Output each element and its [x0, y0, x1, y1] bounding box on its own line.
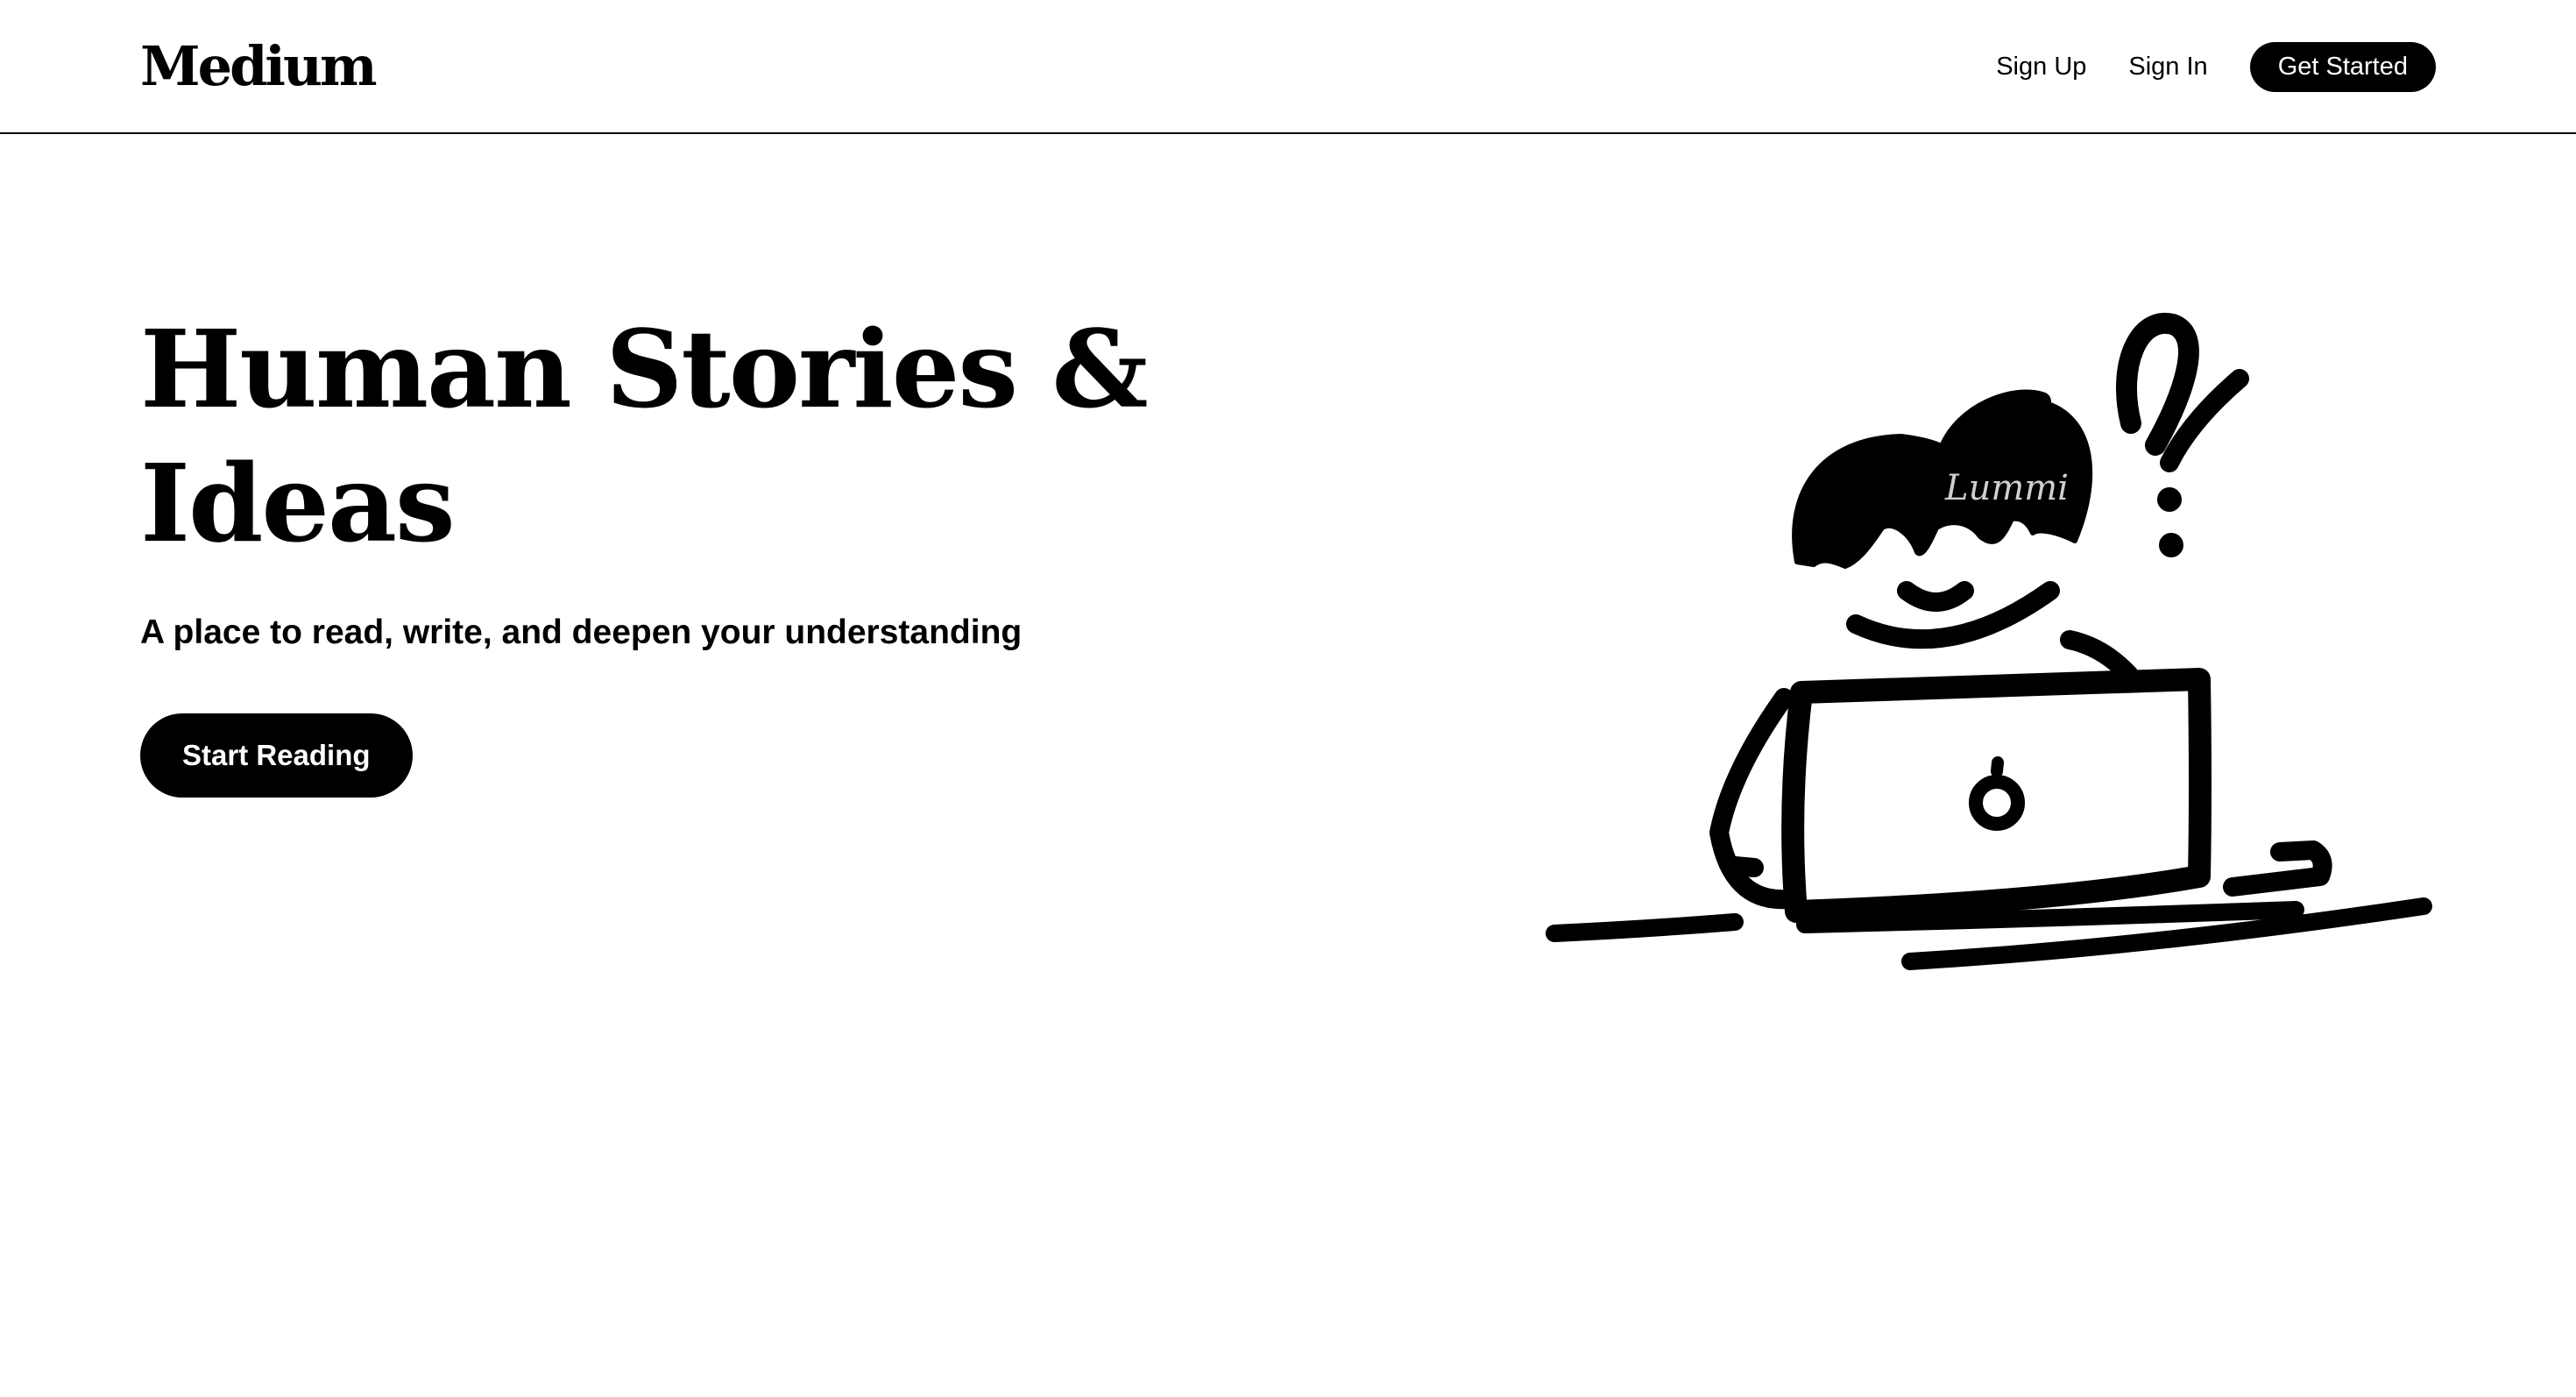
sign-up-link[interactable]: Sign Up	[1996, 53, 2086, 82]
top-navigation-bar: Medium Sign Up Sign In Get Started	[0, 0, 2576, 134]
medium-logo[interactable]: Medium	[140, 33, 378, 100]
person-at-laptop-illustration: Lummi	[1546, 312, 2432, 970]
start-reading-button[interactable]: Start Reading	[140, 713, 413, 798]
sign-in-link[interactable]: Sign In	[2128, 53, 2207, 82]
get-started-button[interactable]: Get Started	[2249, 41, 2436, 92]
hero-title: Human Stories & Ideas	[140, 306, 1149, 566]
hero-subtitle: A place to read, write, and deepen your …	[140, 613, 1023, 651]
watermark-text: Lummi	[1944, 468, 2069, 508]
header-nav: Sign Up Sign In Get Started	[1996, 41, 2436, 92]
